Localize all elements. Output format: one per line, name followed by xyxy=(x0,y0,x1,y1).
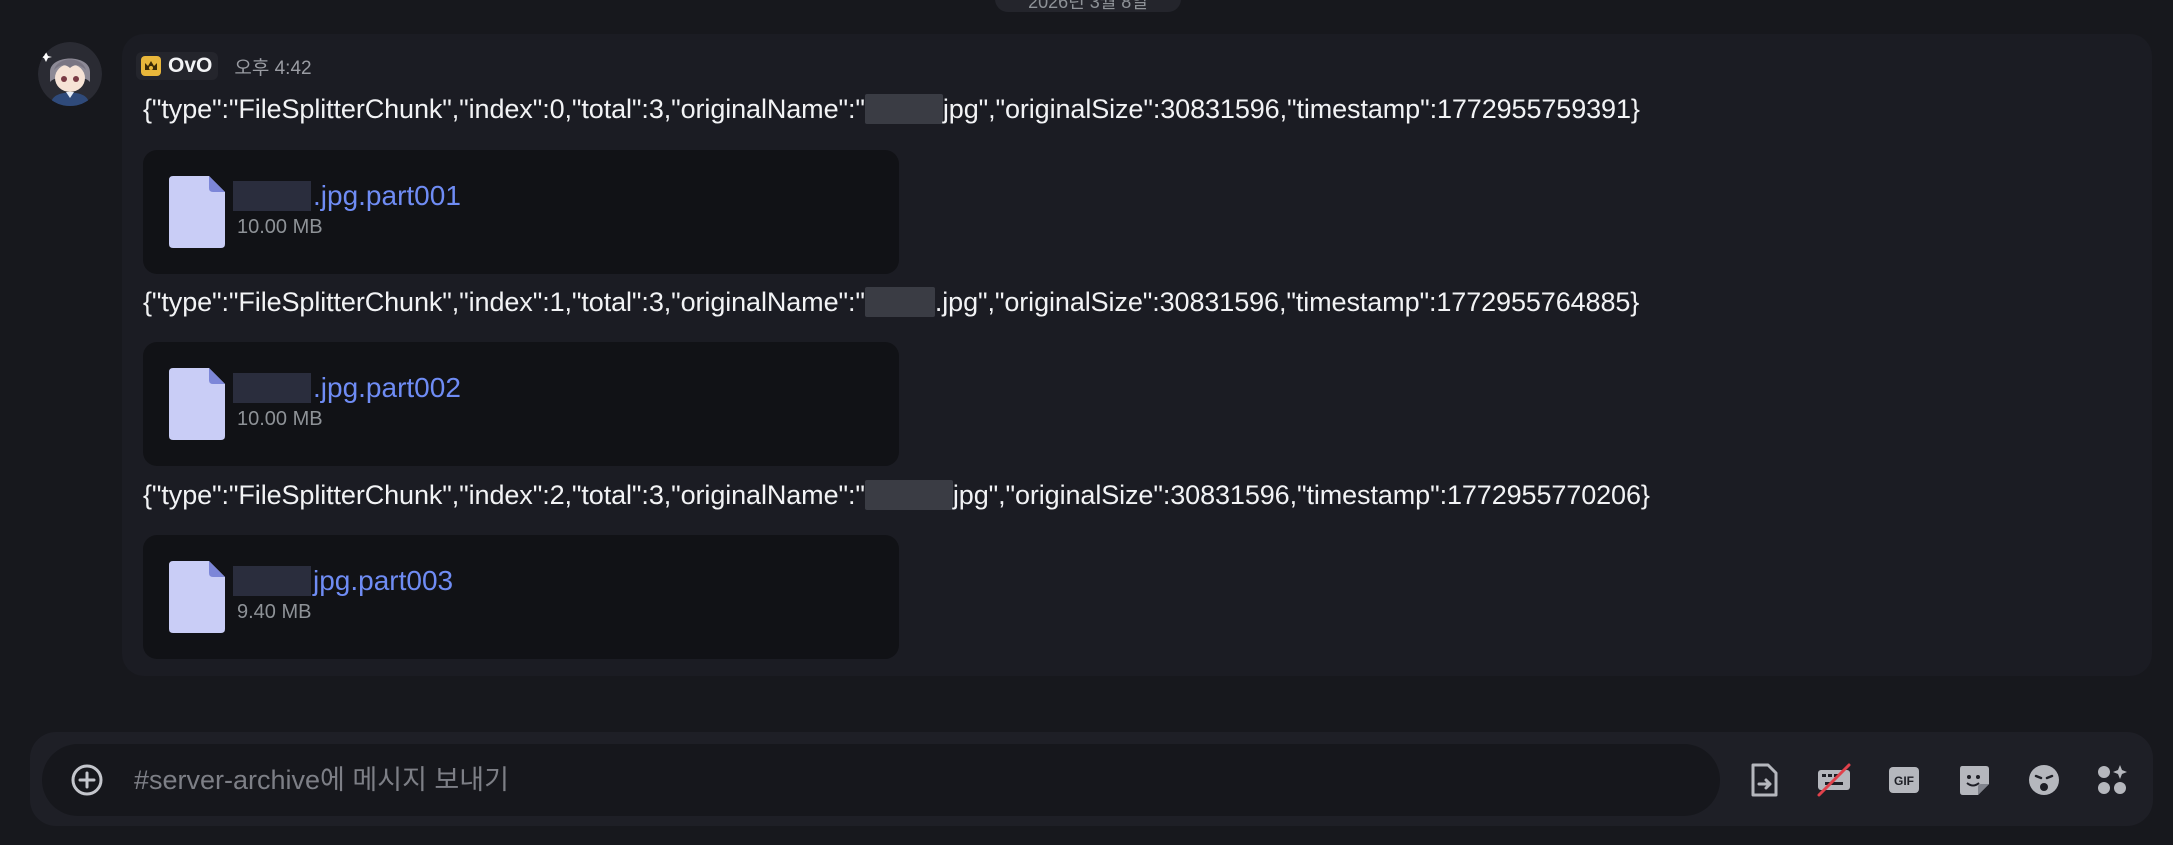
chunk-text-after: jpg","originalSize":30831596,"timestamp"… xyxy=(952,480,1650,510)
chunk-text-before: {"type":"FileSplitterChunk","index":2,"t… xyxy=(143,480,865,510)
file-icon xyxy=(169,368,225,440)
emoji-icon[interactable] xyxy=(2026,762,2062,798)
chunk-text-after: jpg","originalSize":30831596,"timestamp"… xyxy=(942,94,1640,124)
file-name-suffix[interactable]: .jpg.part001 xyxy=(313,180,461,211)
chunk-message-text: {"type":"FileSplitterChunk","index":1,"t… xyxy=(143,287,1639,318)
file-icon xyxy=(169,561,225,633)
file-attachment[interactable]: jpg.part003 9.40 MB xyxy=(143,535,899,659)
redacted-filename xyxy=(864,480,953,510)
redacted-filename xyxy=(864,94,943,124)
gif-icon[interactable]: GIF xyxy=(1886,762,1922,798)
file-attachment[interactable]: .jpg.part001 10.00 MB xyxy=(143,150,899,274)
file-download-link[interactable]: .jpg.part002 xyxy=(233,372,461,404)
no-keyboard-icon[interactable] xyxy=(1816,762,1852,798)
file-size: 9.40 MB xyxy=(237,601,312,623)
crown-icon xyxy=(140,55,162,77)
chunk-message-text: {"type":"FileSplitterChunk","index":0,"t… xyxy=(143,94,1640,125)
user-avatar[interactable] xyxy=(38,42,102,106)
upload-file-icon[interactable] xyxy=(1746,762,1782,798)
redacted-filename xyxy=(233,181,311,211)
sticker-icon[interactable] xyxy=(1956,762,1992,798)
file-size: 10.00 MB xyxy=(237,216,323,238)
file-name-suffix[interactable]: jpg.part003 xyxy=(313,565,453,596)
chunk-text-after: .jpg","originalSize":30831596,"timestamp… xyxy=(934,287,1640,317)
svg-text:GIF: GIF xyxy=(1894,774,1914,788)
add-circle-icon[interactable] xyxy=(70,763,104,797)
chunk-text-before: {"type":"FileSplitterChunk","index":1,"t… xyxy=(143,287,865,317)
message-input[interactable] xyxy=(134,760,1694,800)
message-header: OvO 오후 4:42 xyxy=(136,52,312,80)
chunk-message-text: {"type":"FileSplitterChunk","index":2,"t… xyxy=(143,480,1650,511)
date-divider: 2026년 3월 8일 xyxy=(995,0,1181,12)
file-name-suffix[interactable]: .jpg.part002 xyxy=(313,372,461,403)
file-size: 10.00 MB xyxy=(237,408,323,430)
file-attachment[interactable]: .jpg.part002 10.00 MB xyxy=(143,342,899,466)
chunk-text-before: {"type":"FileSplitterChunk","index":0,"t… xyxy=(143,94,865,124)
file-download-link[interactable]: jpg.part003 xyxy=(233,565,453,597)
message-timestamp: 오후 4:42 xyxy=(234,57,312,79)
username[interactable]: OvO xyxy=(168,54,212,78)
file-icon xyxy=(169,176,225,248)
redacted-filename xyxy=(233,373,311,403)
file-download-link[interactable]: .jpg.part001 xyxy=(233,180,461,212)
role-badge[interactable]: OvO xyxy=(136,52,219,80)
apps-icon[interactable] xyxy=(2094,762,2130,798)
redacted-filename xyxy=(233,566,311,596)
redacted-filename xyxy=(864,287,935,317)
